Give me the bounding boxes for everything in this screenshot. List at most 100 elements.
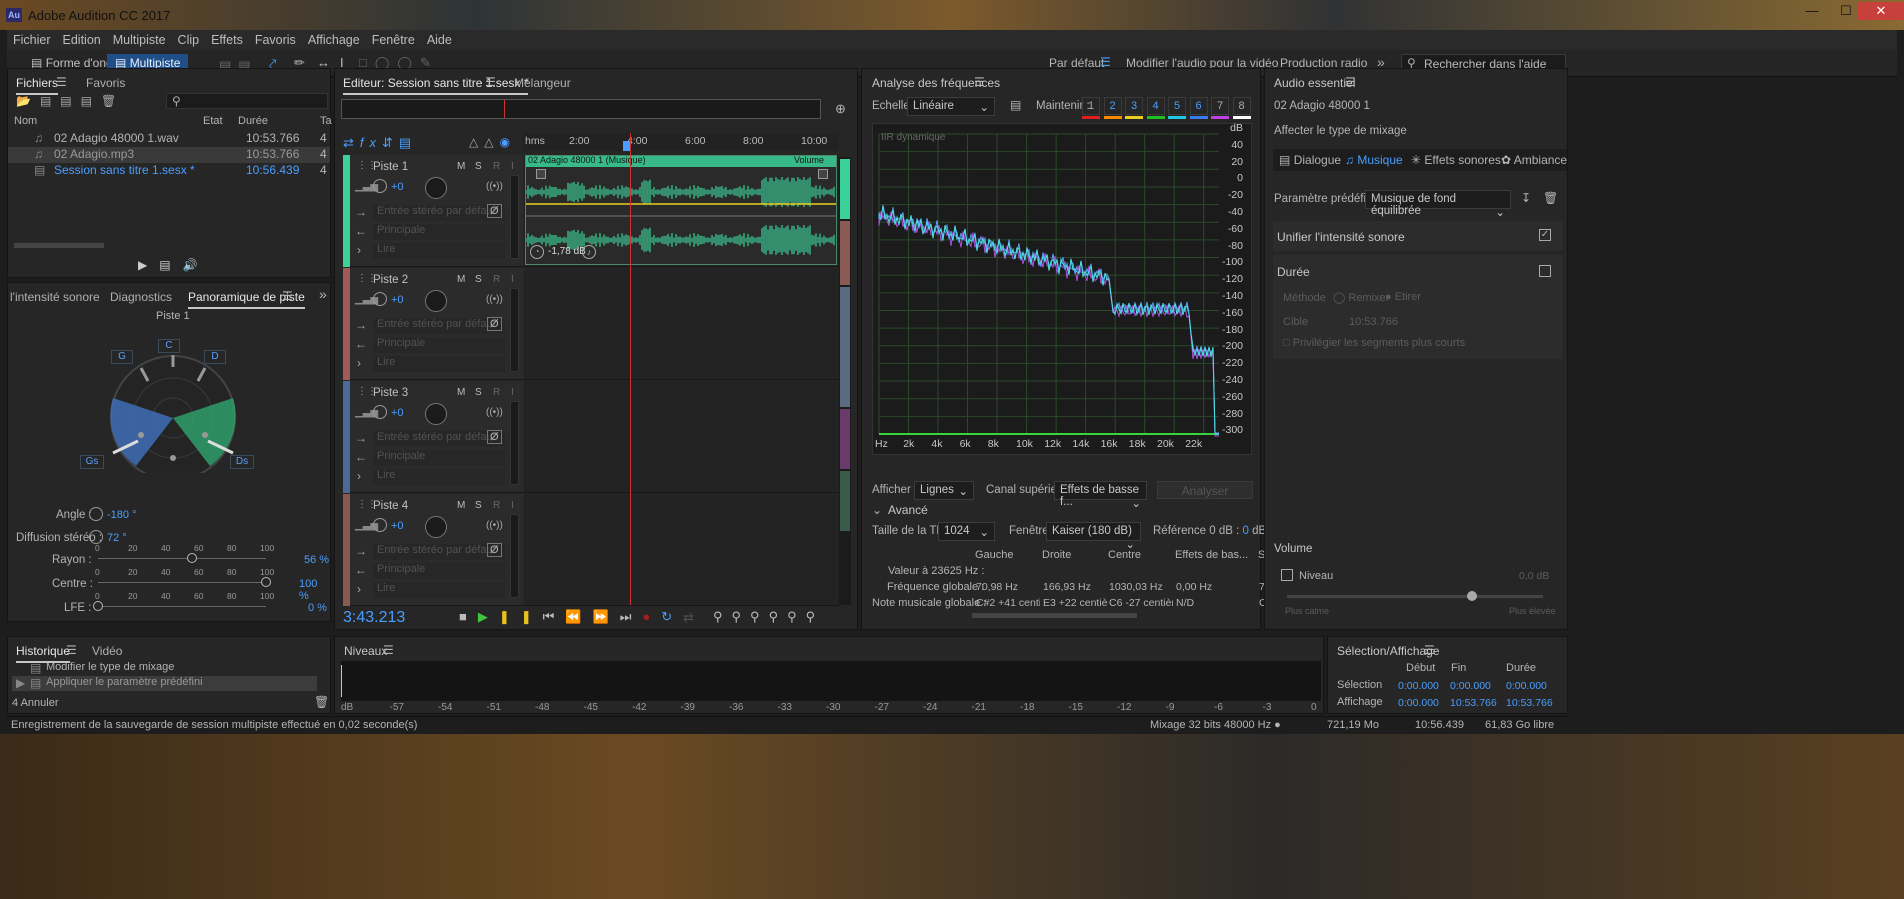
zoom-target-icon[interactable]: ⊕: [835, 101, 846, 117]
show-select[interactable]: Lignes ⌄: [914, 481, 974, 500]
tab-video[interactable]: Vidéo: [92, 644, 122, 658]
hold-button[interactable]: 7: [1211, 97, 1229, 115]
file-row[interactable]: ▤ Session sans titre 1.sesx * 10:56.439 …: [8, 163, 330, 179]
pan-slider-thumb[interactable]: [187, 553, 198, 563]
music-button[interactable]: ♫ Musique: [1345, 153, 1403, 167]
tab-loudness[interactable]: l'intensité sonore: [10, 290, 100, 304]
save-preset-icon[interactable]: ↧: [1521, 191, 1531, 205]
fast-forward-icon[interactable]: ⏩: [593, 609, 620, 624]
automation-chevron-icon[interactable]: ›: [357, 356, 361, 370]
stop-icon[interactable]: ■: [459, 609, 478, 624]
goto-start-icon[interactable]: ⏮: [543, 609, 566, 624]
unify-checkbox[interactable]: ✓: [1539, 229, 1551, 241]
track-lane[interactable]: [524, 494, 839, 606]
track-r-button[interactable]: R: [493, 161, 500, 172]
rewind-icon[interactable]: ⏪: [565, 609, 592, 624]
play-icon[interactable]: ▶: [478, 609, 499, 624]
automation-chevron-icon[interactable]: ›: [357, 582, 361, 596]
automation-chevron-icon[interactable]: ›: [357, 243, 361, 257]
polarity-icon[interactable]: Ø: [487, 204, 502, 218]
automation-mode-select[interactable]: Lire: [373, 469, 505, 485]
track-output-select[interactable]: Principale: [373, 450, 505, 466]
track-m-button[interactable]: M: [457, 387, 465, 398]
track-input-select[interactable]: Entrée stéréo par défaut: [373, 205, 505, 221]
polarity-icon[interactable]: Ø: [487, 317, 502, 331]
minimize-button[interactable]: —: [1795, 2, 1829, 20]
track-i-button[interactable]: I: [511, 161, 514, 172]
pan-knob[interactable]: [425, 403, 447, 425]
track-volume-value[interactable]: +0: [391, 294, 404, 306]
pan-slider-value[interactable]: 56 %: [304, 554, 329, 566]
clip-param[interactable]: Volume: [794, 155, 824, 165]
hold-button[interactable]: 8: [1232, 97, 1251, 115]
files-scrollbar[interactable]: [14, 243, 104, 248]
volume-knob[interactable]: [373, 179, 387, 193]
clip-header[interactable]: 02 Adagio 48000 1 (Musique) Volume: [526, 155, 836, 167]
method-stretch[interactable]: ● Etirer: [1385, 291, 1421, 303]
file-row[interactable]: ♫ 02 Adagio.mp3 10:53.766 4: [8, 147, 330, 163]
track-name[interactable]: Piste 2: [373, 274, 408, 286]
track-i-button[interactable]: I: [511, 274, 514, 285]
reference-value[interactable]: 0: [1243, 525, 1249, 537]
duration-checkbox[interactable]: [1539, 265, 1551, 277]
track-r-button[interactable]: R: [493, 274, 500, 285]
hold-button[interactable]: 1: [1082, 97, 1100, 115]
more-panels-icon[interactable]: »: [319, 286, 327, 302]
history-item[interactable]: ▤ Modifier le type de mixage: [12, 661, 317, 676]
track-m-button[interactable]: M: [457, 161, 465, 172]
pan-slider-track[interactable]: [98, 606, 266, 607]
track-volume-value[interactable]: +0: [391, 181, 404, 193]
track-input-select[interactable]: Entrée stéréo par défaut: [373, 431, 505, 447]
tab-favorites[interactable]: Favoris: [86, 76, 125, 90]
essential-menu-icon[interactable]: ☰: [1345, 75, 1356, 89]
selection-start[interactable]: 0:00.000: [1398, 680, 1439, 692]
analyze-button[interactable]: Analyser: [1157, 481, 1253, 499]
track-lane[interactable]: 02 Adagio 48000 1 (Musique) Volume ◔ -1,78 …: [524, 155, 839, 267]
playhead-line[interactable]: [630, 133, 631, 605]
pan-knob[interactable]: [425, 290, 447, 312]
menu-multipiste[interactable]: Multipiste: [107, 30, 172, 47]
preset-select[interactable]: Musique de fond équilibrée ⌄: [1365, 190, 1511, 219]
track-name[interactable]: Piste 1: [373, 161, 408, 173]
col-duration[interactable]: Durée: [238, 115, 268, 127]
selection-end[interactable]: 0:00.000: [1450, 680, 1491, 692]
track-s-button[interactable]: S: [475, 161, 482, 172]
clip-gain-icon[interactable]: ◔: [530, 245, 544, 259]
track-i-button[interactable]: I: [511, 387, 514, 398]
pan-slider-value[interactable]: 100 %: [299, 578, 330, 602]
hold-button[interactable]: 6: [1189, 97, 1208, 115]
view-duration[interactable]: 10:53.766: [1506, 697, 1553, 709]
track-lane[interactable]: [524, 268, 839, 380]
level-checkbox[interactable]: [1281, 569, 1293, 581]
col-state[interactable]: Etat: [203, 115, 223, 127]
close-button[interactable]: ✕: [1858, 2, 1904, 20]
pan-knob[interactable]: [425, 177, 447, 199]
volume-knob[interactable]: [373, 518, 387, 532]
track-volume-value[interactable]: +0: [391, 520, 404, 532]
track-m-button[interactable]: M: [457, 500, 465, 511]
track-output-select[interactable]: Principale: [373, 337, 505, 353]
tab-editor[interactable]: Editeur: Session sans titre 1.sesx *: [343, 76, 529, 95]
history-item[interactable]: ▶ ▤ Appliquer le paramètre prédéfini: [12, 676, 317, 691]
skip-icon[interactable]: ⇄: [683, 609, 704, 624]
hold-button[interactable]: 2: [1103, 97, 1122, 115]
track-r-button[interactable]: R: [493, 387, 500, 398]
level-value[interactable]: 0,0 dB: [1519, 570, 1549, 582]
editor-menu-icon[interactable]: ☰: [485, 75, 496, 89]
track-volume-value[interactable]: +0: [391, 407, 404, 419]
freq-menu-icon[interactable]: ☰: [974, 75, 985, 89]
track-s-button[interactable]: S: [475, 500, 482, 511]
zoom-controls[interactable]: ⚲⚲⚲⚲⚲⚲: [713, 609, 824, 625]
pan-knob[interactable]: [425, 516, 447, 538]
time-ruler[interactable]: hms 2:00 4:00 6:00 8:00 10:00: [523, 133, 839, 151]
upper-channel-select[interactable]: Effets de basse f... ⌄: [1054, 481, 1147, 510]
tab-files[interactable]: Fichiers: [16, 76, 59, 95]
pan-slider-track[interactable]: [98, 582, 266, 583]
overview-bar[interactable]: [341, 99, 821, 119]
goto-end-icon[interactable]: ⏭: [620, 609, 643, 624]
volume-knob[interactable]: [373, 405, 387, 419]
hold-button[interactable]: 4: [1146, 97, 1165, 115]
file-actions-icons[interactable]: 📂▤▤▤🗑: [16, 94, 125, 108]
automation-chevron-icon[interactable]: ›: [357, 469, 361, 483]
track-lane[interactable]: [524, 381, 839, 493]
